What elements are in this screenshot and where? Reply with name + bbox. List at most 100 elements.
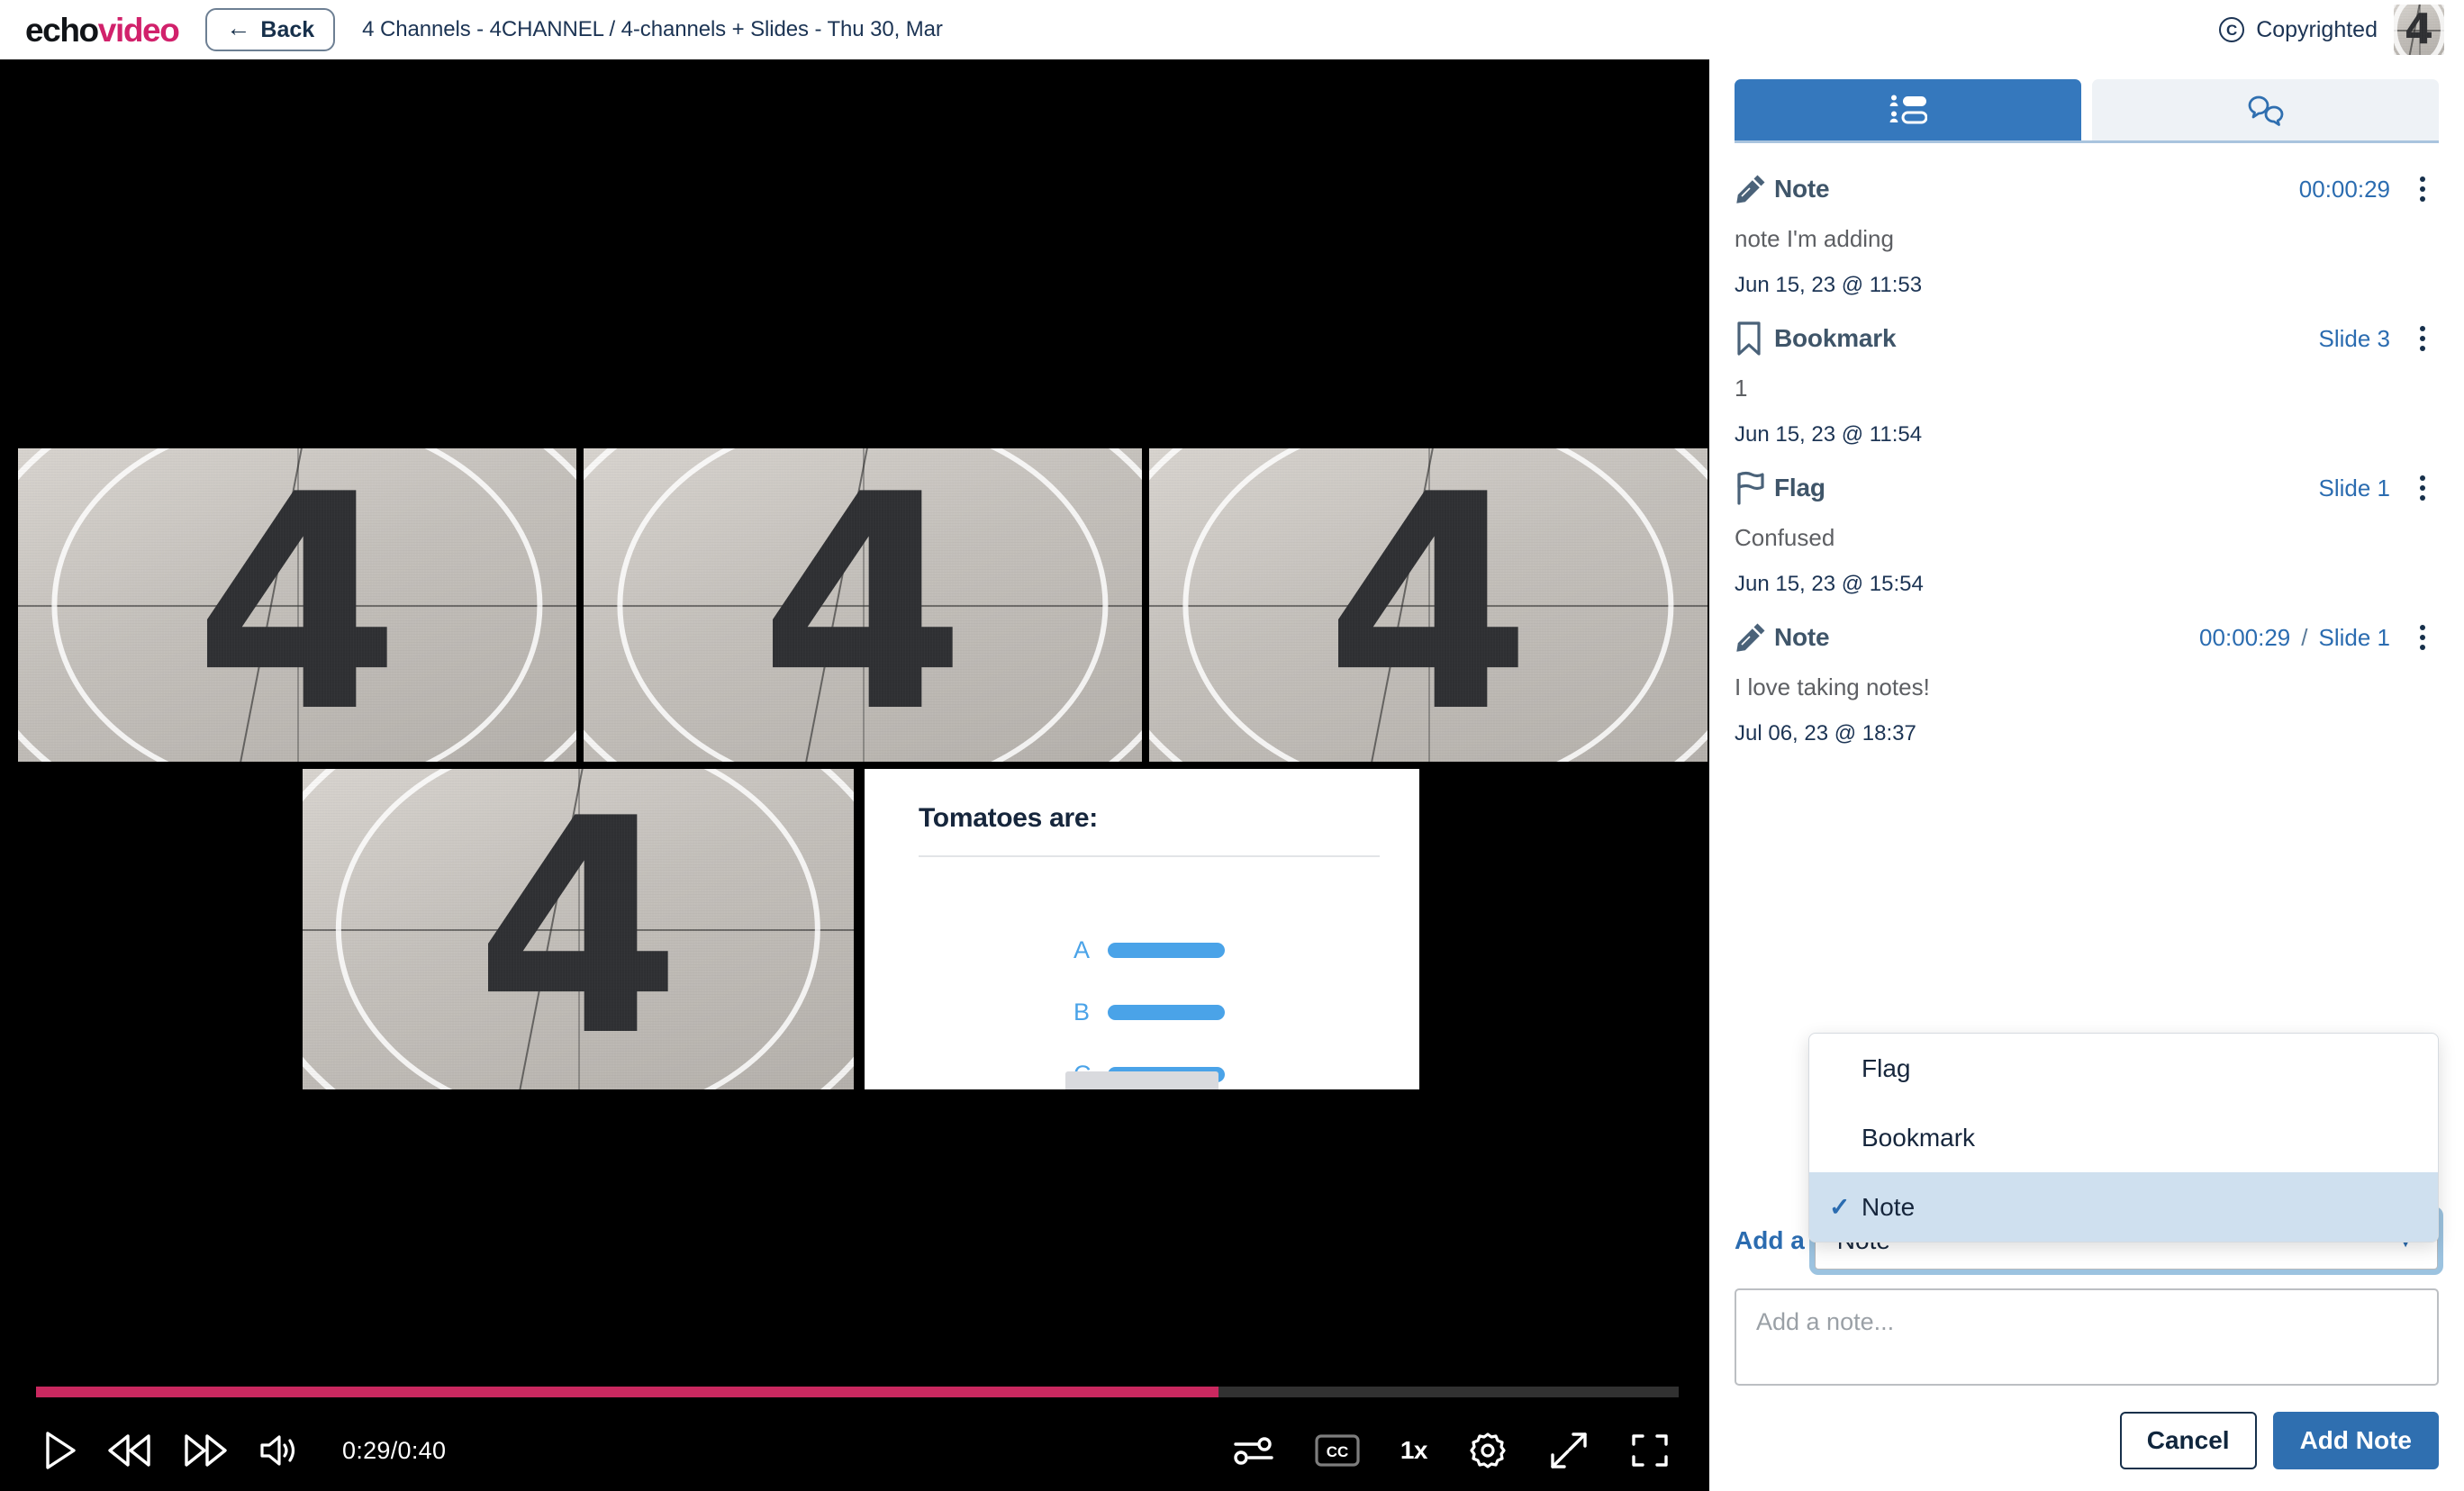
- note-options-kebab-icon[interactable]: [2406, 625, 2439, 650]
- add-a-label: Add a: [1735, 1226, 1805, 1254]
- slide-content: Tomatoes are: A B: [865, 769, 1419, 1089]
- note-slide-ref[interactable]: Slide 1: [2319, 474, 2391, 502]
- page-title: 4 Channels - 4CHANNEL / 4-channels + Sli…: [362, 17, 943, 41]
- video-tile-4[interactable]: 4: [303, 769, 854, 1089]
- note-slide-ref[interactable]: Slide 3: [2319, 325, 2391, 353]
- slide-footer-bar: [1065, 1071, 1218, 1089]
- back-button[interactable]: ← Back: [205, 8, 336, 51]
- tab-discussion[interactable]: [2092, 79, 2439, 140]
- note-timestamp[interactable]: 00:00:29: [2199, 624, 2290, 652]
- note-meta: 00:00:29 / Slide 1: [2199, 624, 2390, 652]
- slide-divider: [919, 855, 1380, 857]
- tab-engagement[interactable]: [1735, 79, 2081, 140]
- video-stage: 4 4 4 4 Tomatoes are: A B: [0, 59, 1709, 1376]
- closed-captions-icon[interactable]: CC: [1315, 1434, 1360, 1467]
- note-body-text: Confused: [1735, 524, 1835, 551]
- note-type-label: Note: [1774, 623, 1830, 651]
- note-meta-separator: /: [2301, 623, 2308, 651]
- svg-text:CC: CC: [1327, 1443, 1349, 1460]
- note-meta: 00:00:29: [2299, 176, 2390, 203]
- leader-artwork: 4: [2394, 5, 2444, 55]
- compose-panel: Add a Note ▼ Cancel Add Note: [1735, 1206, 2444, 1491]
- volume-icon[interactable]: [258, 1432, 299, 1468]
- note-header: Bookmark Slide 3: [1735, 316, 2439, 361]
- flag-icon: [1735, 471, 1774, 505]
- note-item[interactable]: Bookmark Slide 3 1 Jun 15, 23 @ 11:54: [1735, 312, 2439, 462]
- right-controls: CC 1x: [1233, 1431, 1670, 1470]
- note-options-kebab-icon[interactable]: [2406, 326, 2439, 351]
- video-tile-1-number: 4: [194, 448, 401, 762]
- tabs-underline: [1735, 140, 2439, 143]
- slide-option-b-letter: B: [1073, 999, 1091, 1026]
- echovideo-logo[interactable]: echovideo: [25, 11, 180, 49]
- slide-option-b-bar: [1108, 1005, 1225, 1020]
- slide-tile[interactable]: Tomatoes are: A B: [865, 769, 1419, 1089]
- playback-speed-button[interactable]: 1x: [1400, 1436, 1428, 1465]
- note-slide-ref[interactable]: Slide 1: [2319, 624, 2391, 652]
- gear-icon[interactable]: [1468, 1431, 1508, 1470]
- copyright-indicator: C Copyrighted: [2219, 17, 2378, 43]
- note-header: Note 00:00:29: [1735, 167, 2439, 212]
- cancel-button[interactable]: Cancel: [2119, 1412, 2257, 1469]
- note-body-text: 1: [1735, 375, 1748, 402]
- dropdown-option-note[interactable]: ✓ Note: [1809, 1172, 2438, 1242]
- video-tile-2[interactable]: 4: [584, 448, 1142, 762]
- note-options-kebab-icon[interactable]: [2406, 475, 2439, 501]
- slide-title: Tomatoes are:: [919, 803, 1098, 833]
- chat-bubbles-icon: [2246, 94, 2286, 126]
- left-controls: 0:29/0:40: [43, 1431, 446, 1470]
- note-date: Jun 15, 23 @ 15:54: [1735, 572, 1924, 596]
- notes-list: Note 00:00:29 note I'm adding Jun 15, 23…: [1735, 163, 2439, 761]
- note-type-label: Note: [1774, 175, 1830, 203]
- compose-buttons: Cancel Add Note: [1735, 1412, 2439, 1469]
- pencil-icon: [1735, 173, 1774, 205]
- note-item[interactable]: Flag Slide 1 Confused Jun 15, 23 @ 15:54: [1735, 462, 2439, 611]
- progress-bar[interactable]: [36, 1387, 1679, 1397]
- arrow-left-icon: ←: [226, 14, 251, 41]
- media-thumbnail[interactable]: 4: [2394, 5, 2444, 55]
- list-people-icon: [1889, 95, 1927, 125]
- video-tile-3-number: 4: [1325, 448, 1532, 762]
- play-icon[interactable]: [43, 1431, 77, 1470]
- video-tile-3[interactable]: 4: [1149, 448, 1708, 762]
- fast-forward-icon[interactable]: [182, 1432, 229, 1468]
- slide-option-a-bar: [1108, 943, 1225, 958]
- sidebar-tabs: [1735, 59, 2439, 140]
- sliders-icon[interactable]: [1233, 1433, 1274, 1468]
- note-date: Jul 06, 23 @ 18:37: [1735, 721, 1916, 746]
- video-tile-2-number: 4: [759, 448, 966, 762]
- note-type-label: Flag: [1774, 474, 1825, 502]
- expand-arrows-icon[interactable]: [1548, 1431, 1590, 1470]
- note-item[interactable]: Note 00:00:29 note I'm adding Jun 15, 23…: [1735, 163, 2439, 312]
- header-right-group: C Copyrighted 4: [2219, 5, 2444, 55]
- note-item[interactable]: Note 00:00:29 / Slide 1 I love taking no…: [1735, 611, 2439, 761]
- note-body-text: note I'm adding: [1735, 225, 1894, 252]
- app-header: echovideo ← Back 4 Channels - 4CHANNEL /…: [0, 0, 2464, 59]
- dropdown-option-bookmark-label: Bookmark: [1862, 1123, 1976, 1152]
- note-options-kebab-icon[interactable]: [2406, 176, 2439, 202]
- annotation-type-dropdown[interactable]: Flag Bookmark ✓ Note: [1808, 1033, 2439, 1242]
- logo-echo-text: echo: [25, 11, 99, 49]
- bookmark-icon: [1735, 321, 1774, 356]
- back-button-label: Back: [260, 16, 315, 42]
- dropdown-option-note-label: Note: [1862, 1192, 1916, 1221]
- add-note-button[interactable]: Add Note: [2272, 1412, 2439, 1469]
- thumbnail-number: 4: [2404, 5, 2433, 54]
- note-meta: Slide 1: [2319, 474, 2391, 502]
- copyright-label: Copyrighted: [2256, 16, 2378, 42]
- note-body-text: I love taking notes!: [1735, 673, 1930, 700]
- check-icon: ✓: [1829, 1193, 1851, 1221]
- logo-video-text: video: [97, 11, 180, 49]
- rewind-icon[interactable]: [106, 1432, 153, 1468]
- dropdown-option-flag[interactable]: Flag: [1809, 1034, 2438, 1103]
- fullscreen-icon[interactable]: [1630, 1432, 1670, 1468]
- video-player[interactable]: 4 4 4 4 Tomatoes are: A B 0:29/0:40 CC 1…: [0, 59, 1709, 1491]
- player-controls: 0:29/0:40 CC 1x: [0, 1376, 1709, 1491]
- note-timestamp[interactable]: 00:00:29: [2299, 176, 2390, 203]
- note-input[interactable]: [1735, 1288, 2439, 1386]
- dropdown-option-bookmark[interactable]: Bookmark: [1809, 1103, 2438, 1172]
- slide-option-a-letter: A: [1073, 936, 1091, 963]
- dropdown-option-flag-label: Flag: [1862, 1053, 1911, 1082]
- note-header: Flag Slide 1: [1735, 465, 2439, 511]
- video-tile-1[interactable]: 4: [18, 448, 576, 762]
